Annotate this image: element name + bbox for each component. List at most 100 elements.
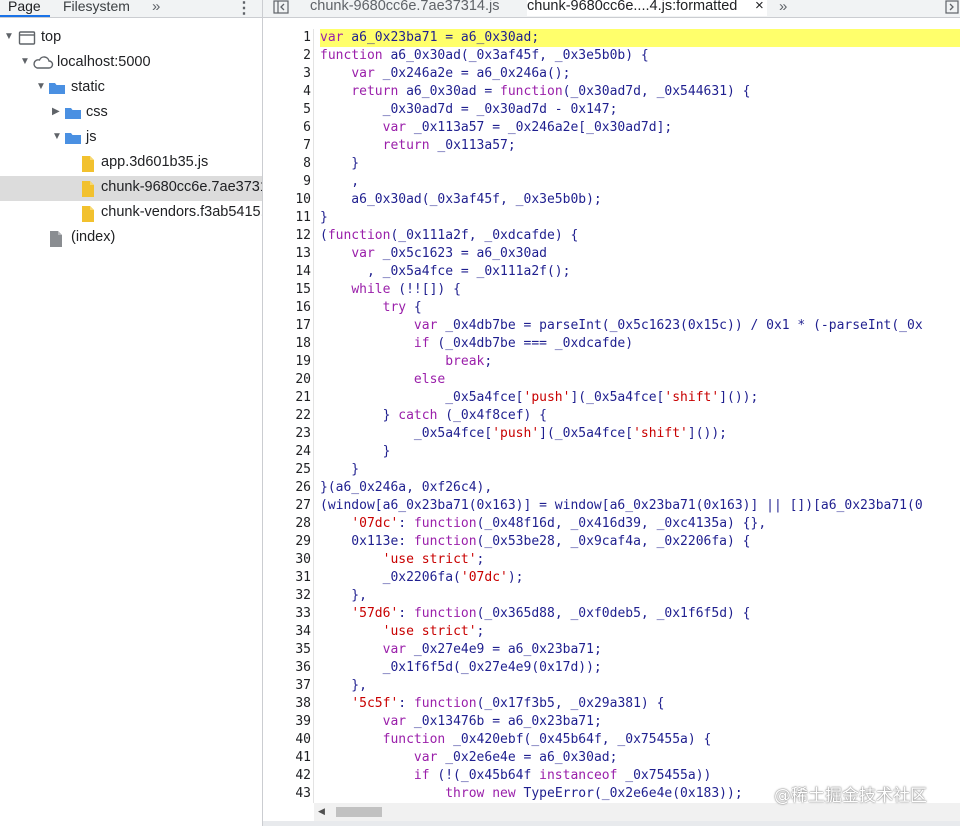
line-number[interactable]: 12: [263, 227, 311, 245]
line-number[interactable]: 15: [263, 281, 311, 299]
code-line[interactable]: 9 ,: [263, 173, 960, 191]
code-line[interactable]: 10 a6_0x30ad(_0x3af45f, _0x3e5b0b);: [263, 191, 960, 209]
close-tab-icon[interactable]: ×: [755, 0, 764, 14]
code-line[interactable]: 34 'use strict';: [263, 623, 960, 641]
line-number[interactable]: 1: [263, 29, 311, 47]
line-number[interactable]: 5: [263, 101, 311, 119]
code-line[interactable]: 7 return _0x113a57;: [263, 137, 960, 155]
code-line[interactable]: 17 var _0x4db7be = parseInt(_0x5c1623(0x…: [263, 317, 960, 335]
code-line[interactable]: 12 (function(_0x111a2f, _0xdcafde) {: [263, 227, 960, 245]
tree-item[interactable]: chunk-vendors.f3ab5415.js: [0, 201, 262, 226]
expand-arrow-icon[interactable]: ▼: [52, 130, 62, 142]
code-line[interactable]: 21 _0x5a4fce['push'](_0x5a4fce['shift'](…: [263, 389, 960, 407]
expand-arrow-icon[interactable]: ▼: [4, 30, 14, 42]
line-number[interactable]: 13: [263, 245, 311, 263]
code-line[interactable]: 3 var _0x246a2e = a6_0x246a();: [263, 65, 960, 83]
line-number[interactable]: 18: [263, 335, 311, 353]
scrollbar-thumb[interactable]: [336, 807, 382, 817]
line-number[interactable]: 32: [263, 587, 311, 605]
line-number[interactable]: 30: [263, 551, 311, 569]
line-number[interactable]: 22: [263, 407, 311, 425]
code-line[interactable]: 29 0x113e: function(_0x53be28, _0x9caf4a…: [263, 533, 960, 551]
code-line[interactable]: 35 var _0x27e4e9 = a6_0x23ba71;: [263, 641, 960, 659]
code-line[interactable]: 19 break;: [263, 353, 960, 371]
code-line[interactable]: 13 var _0x5c1623 = a6_0x30ad: [263, 245, 960, 263]
code-line[interactable]: 33 '57d6': function(_0x365d88, _0xf0deb5…: [263, 605, 960, 623]
line-number[interactable]: 3: [263, 65, 311, 83]
code-line[interactable]: 38 '5c5f': function(_0x17f3b5, _0x29a381…: [263, 695, 960, 713]
code-line[interactable]: 16 try {: [263, 299, 960, 317]
line-number[interactable]: 35: [263, 641, 311, 659]
code-line[interactable]: 36 _0x1f6f5d(_0x27e4e9(0x17d));: [263, 659, 960, 677]
expand-arrow-icon[interactable]: ▼: [36, 80, 46, 92]
tree-item[interactable]: chunk-9680cc6e.7ae37314.js: [0, 176, 262, 201]
line-number[interactable]: 17: [263, 317, 311, 335]
line-number[interactable]: 25: [263, 461, 311, 479]
code-line[interactable]: 25 }: [263, 461, 960, 479]
line-number[interactable]: 29: [263, 533, 311, 551]
toggle-debugger-icon[interactable]: [945, 0, 959, 14]
line-number[interactable]: 43: [263, 785, 311, 803]
code-line[interactable]: 6 var _0x113a57 = _0x246a2e[_0x30ad7d];: [263, 119, 960, 137]
tree-item[interactable]: ▼ localhost:5000: [0, 51, 262, 76]
tree-item[interactable]: ▼ js: [0, 126, 262, 151]
line-number[interactable]: 40: [263, 731, 311, 749]
line-number[interactable]: 7: [263, 137, 311, 155]
code-editor[interactable]: 1 var a6_0x23ba71 = a6_0x30ad; 2 function a…: [263, 29, 960, 803]
line-number[interactable]: 4: [263, 83, 311, 101]
more-tabs-icon[interactable]: »: [152, 0, 160, 15]
editor-tab-original[interactable]: chunk-9680cc6e.7ae37314.js: [310, 0, 499, 16]
line-number[interactable]: 8: [263, 155, 311, 173]
line-number[interactable]: 24: [263, 443, 311, 461]
code-line[interactable]: 8 }: [263, 155, 960, 173]
line-number[interactable]: 2: [263, 47, 311, 65]
code-line[interactable]: 39 var _0x13476b = a6_0x23ba71;: [263, 713, 960, 731]
code-line[interactable]: 31 _0x2206fa('07dc');: [263, 569, 960, 587]
code-line[interactable]: 1 var a6_0x23ba71 = a6_0x30ad;: [263, 29, 960, 47]
line-number[interactable]: 38: [263, 695, 311, 713]
line-number[interactable]: 39: [263, 713, 311, 731]
expand-arrow-icon[interactable]: ▼: [20, 55, 30, 67]
collapse-arrow-icon[interactable]: ▶: [52, 105, 62, 117]
code-line[interactable]: 14 , _0x5a4fce = _0x111a2f();: [263, 263, 960, 281]
code-line[interactable]: 5 _0x30ad7d = _0x30ad7d - 0x147;: [263, 101, 960, 119]
line-number[interactable]: 42: [263, 767, 311, 785]
line-number[interactable]: 26: [263, 479, 311, 497]
more-tabs-icon[interactable]: »: [779, 0, 787, 15]
code-line[interactable]: 18 if (_0x4db7be === _0xdcafde): [263, 335, 960, 353]
code-line[interactable]: 23 _0x5a4fce['push'](_0x5a4fce['shift'](…: [263, 425, 960, 443]
code-line[interactable]: 32 },: [263, 587, 960, 605]
line-number[interactable]: 14: [263, 263, 311, 281]
code-line[interactable]: 28 '07dc': function(_0x48f16d, _0x416d39…: [263, 515, 960, 533]
line-number[interactable]: 9: [263, 173, 311, 191]
line-number[interactable]: 6: [263, 119, 311, 137]
scroll-left-icon[interactable]: ◀: [318, 806, 325, 817]
tree-item[interactable]: ▶ css: [0, 101, 262, 126]
more-options-icon[interactable]: ⋮: [236, 0, 252, 18]
code-line[interactable]: 26}(a6_0x246a, 0xf26c4),: [263, 479, 960, 497]
code-line[interactable]: 40 function _0x420ebf(_0x45b64f, _0x7545…: [263, 731, 960, 749]
tab-page[interactable]: Page: [8, 0, 41, 14]
line-number[interactable]: 20: [263, 371, 311, 389]
code-line[interactable]: 15 while (!![]) {: [263, 281, 960, 299]
tree-item[interactable]: ▼ static: [0, 76, 262, 101]
line-number[interactable]: 36: [263, 659, 311, 677]
code-line[interactable]: 20 else: [263, 371, 960, 389]
line-number[interactable]: 21: [263, 389, 311, 407]
code-line[interactable]: 41 var _0x2e6e4e = a6_0x30ad;: [263, 749, 960, 767]
code-line[interactable]: 4 return a6_0x30ad = function(_0x30ad7d,…: [263, 83, 960, 101]
code-line[interactable]: 22 } catch (_0x4f8cef) {: [263, 407, 960, 425]
editor-tab-formatted[interactable]: chunk-9680cc6e....4.js:formatted: [527, 0, 768, 16]
toggle-navigator-icon[interactable]: [273, 0, 289, 14]
line-number[interactable]: 34: [263, 623, 311, 641]
tree-item[interactable]: app.3d601b35.js: [0, 151, 262, 176]
line-number[interactable]: 19: [263, 353, 311, 371]
line-number[interactable]: 10: [263, 191, 311, 209]
line-number[interactable]: 28: [263, 515, 311, 533]
code-line[interactable]: 11}: [263, 209, 960, 227]
line-number[interactable]: 11: [263, 209, 311, 227]
tree-item[interactable]: (index): [0, 226, 262, 251]
code-line[interactable]: 27 (window[a6_0x23ba71(0x163)] = window[a…: [263, 497, 960, 515]
code-line[interactable]: 24 }: [263, 443, 960, 461]
code-line[interactable]: 2 function a6_0x30ad(_0x3af45f, _0x3e5b0b…: [263, 47, 960, 65]
